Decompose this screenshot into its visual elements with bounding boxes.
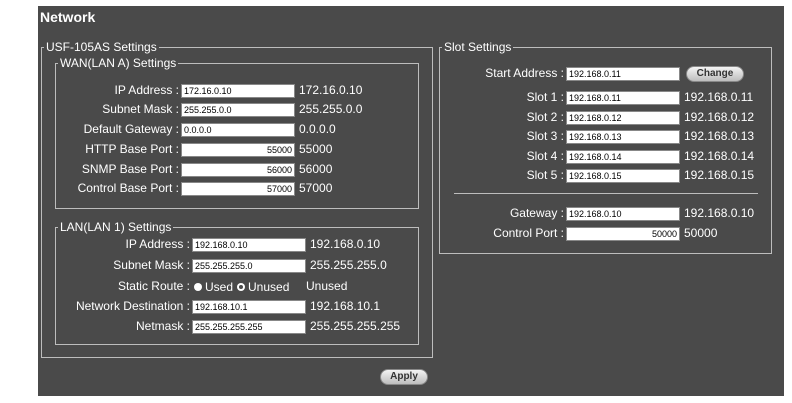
wan-ip-value: 172.16.0.10 (299, 83, 363, 97)
gateway-input[interactable]: 192.168.0.10 (566, 207, 680, 221)
gateway-label: Gateway : (509, 206, 564, 220)
slot-divider (454, 193, 758, 194)
wan-gateway-label: Default Gateway : (83, 122, 179, 136)
wan-http-port-value: 55000 (299, 142, 333, 156)
slot-3-label: Slot 3 : (526, 129, 564, 143)
usf-settings-legend: USF-105AS Settings (46, 40, 157, 54)
lan-netmask-value: 255.255.255.255 (310, 319, 401, 333)
slot-5-input[interactable]: 192.168.0.15 (566, 169, 680, 183)
slot-4-label: Slot 4 : (526, 149, 564, 163)
wan-mask-input[interactable]: 255.255.0.0 (181, 103, 295, 117)
start-address-input[interactable]: 192.168.0.11 (566, 67, 680, 81)
lan-route-value: Unused (306, 279, 348, 293)
route-unused-label[interactable]: Unused (248, 280, 289, 294)
route-unused-radio[interactable] (237, 282, 246, 291)
slot-4-input[interactable]: 192.168.0.14 (566, 150, 680, 164)
wan-control-port-input[interactable]: 57000 (181, 182, 295, 196)
wan-settings-legend: WAN(LAN A) Settings (60, 56, 177, 70)
slot-4-value: 192.168.0.14 (684, 149, 755, 163)
slot-5-label: Slot 5 : (526, 168, 564, 182)
lan-ip-input[interactable]: 192.168.0.10 (192, 238, 306, 252)
lan-ip-value: 192.168.0.10 (310, 237, 381, 251)
wan-http-port-input[interactable]: 55000 (181, 143, 295, 157)
wan-snmp-port-label: SNMP Base Port : (81, 162, 179, 176)
control-port-value: 50000 (684, 226, 718, 240)
lan-ip-label: IP Address : (125, 237, 190, 251)
lan-netmask-input[interactable]: 255.255.255.255 (192, 320, 306, 334)
control-port-input[interactable]: 50000 (566, 227, 680, 241)
slot-1-value: 192.168.0.11 (684, 90, 754, 104)
slot-2-value: 192.168.0.12 (684, 110, 755, 124)
lan-dest-value: 192.168.10.1 (310, 299, 381, 313)
slot-1-label: Slot 1 : (526, 90, 564, 104)
apply-button[interactable]: Apply (380, 369, 428, 385)
wan-gateway-input[interactable]: 0.0.0.0 (181, 123, 295, 137)
slot-2-input[interactable]: 192.168.0.12 (566, 111, 680, 125)
lan-route-label: Static Route : (117, 279, 190, 293)
route-used-radio[interactable] (194, 282, 202, 291)
static-route-radio-group: Used Unused (190, 279, 289, 294)
lan-dest-input[interactable]: 192.168.10.1 (192, 300, 306, 314)
slot-5-value: 192.168.0.15 (684, 168, 755, 182)
slot-settings-legend: Slot Settings (444, 40, 512, 54)
lan-settings-legend: LAN(LAN 1) Settings (60, 220, 172, 234)
wan-ip-input[interactable]: 172.16.0.10 (181, 84, 295, 98)
route-used-label[interactable]: Used (205, 280, 233, 294)
start-address-label: Start Address : (485, 66, 564, 80)
slot-2-label: Slot 2 : (526, 110, 564, 124)
lan-mask-value: 255.255.255.0 (310, 258, 387, 272)
wan-http-port-label: HTTP Base Port : (85, 142, 179, 156)
wan-mask-value: 255.255.0.0 (299, 102, 363, 116)
lan-dest-label: Network Destination : (75, 299, 190, 313)
wan-ip-label: IP Address : (114, 83, 179, 97)
wan-snmp-port-value: 56000 (299, 162, 333, 176)
lan-netmask-label: Netmask : (135, 319, 190, 333)
wan-control-port-label: Control Base Port : (77, 181, 179, 195)
slot-1-input[interactable]: 192.168.0.11 (566, 91, 680, 105)
page-title: Network (40, 9, 96, 25)
lan-mask-label: Subnet Mask : (113, 258, 190, 272)
gateway-value: 192.168.0.10 (684, 206, 755, 220)
change-button[interactable]: Change (686, 66, 744, 82)
slot-3-input[interactable]: 192.168.0.13 (566, 130, 680, 144)
wan-mask-label: Subnet Mask : (102, 102, 179, 116)
control-port-label: Control Port : (493, 226, 564, 240)
slot-3-value: 192.168.0.13 (684, 129, 755, 143)
wan-snmp-port-input[interactable]: 56000 (181, 163, 295, 177)
wan-control-port-value: 57000 (299, 181, 333, 195)
wan-gateway-value: 0.0.0.0 (299, 122, 336, 136)
lan-mask-input[interactable]: 255.255.255.0 (192, 259, 306, 273)
